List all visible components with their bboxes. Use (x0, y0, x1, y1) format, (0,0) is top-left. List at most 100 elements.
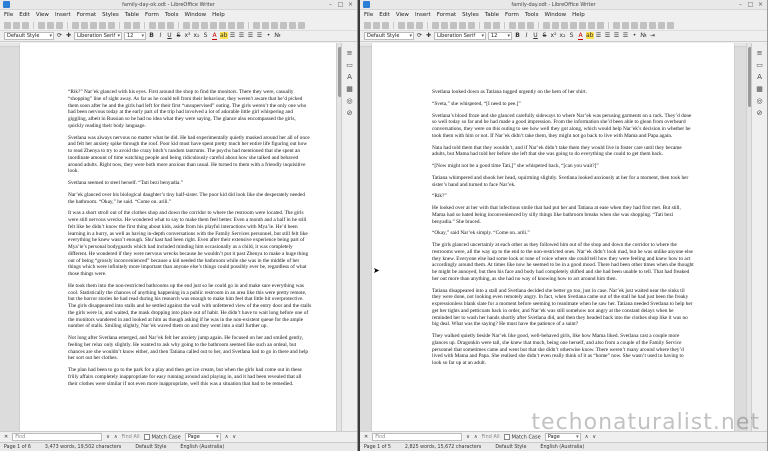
page-icon[interactable]: ▭ (346, 61, 354, 69)
track-changes-icon[interactable] (280, 21, 287, 29)
match-case-checkbox[interactable]: Match Case (503, 433, 541, 440)
menu-file[interactable]: File (364, 12, 373, 18)
align-center-icon[interactable]: ☰ (604, 32, 611, 40)
menu-insert[interactable]: Insert (415, 12, 431, 18)
font-size-select[interactable]: 12 (488, 32, 512, 40)
menu-window[interactable]: Window (184, 12, 206, 18)
font-name-select[interactable]: Liberation Serif (434, 32, 486, 40)
goto-next-icon[interactable]: ∨ (592, 434, 596, 440)
highlight-icon[interactable]: ab (220, 32, 228, 40)
subscript-icon[interactable]: x₂ (193, 32, 200, 40)
menu-edit[interactable]: Edit (19, 12, 30, 18)
goto-prev-icon[interactable]: ∧ (225, 434, 229, 440)
find-next-icon[interactable]: ∧ (114, 434, 118, 440)
update-style-icon[interactable]: ⟳ (56, 32, 63, 40)
bold-icon[interactable]: B (148, 32, 155, 40)
manage-changes-icon[interactable]: ⊘ (346, 109, 354, 117)
menu-view[interactable]: View (396, 12, 409, 18)
print-icon[interactable] (407, 21, 414, 29)
shadow-icon[interactable]: S (202, 32, 209, 40)
menu-insert[interactable]: Insert (55, 12, 71, 18)
match-case-checkbox[interactable]: Match Case (143, 433, 181, 440)
shapes-icon[interactable] (658, 21, 665, 29)
styles-icon[interactable]: A (756, 73, 764, 81)
find-replace-icon[interactable] (509, 21, 516, 29)
font-size-select[interactable]: 12 (124, 32, 146, 40)
minimize-icon[interactable]: – (737, 1, 744, 8)
undo-icon[interactable] (484, 21, 491, 29)
find-input[interactable]: Find (12, 433, 103, 441)
comment-icon[interactable] (271, 21, 278, 29)
insert-chart-icon[interactable] (561, 21, 568, 29)
close-icon[interactable]: × (757, 1, 764, 8)
strikethrough-icon[interactable]: S (175, 32, 182, 40)
navigator-icon[interactable]: ◎ (346, 97, 354, 105)
close-icon[interactable]: × (347, 1, 354, 8)
clone-formatting-icon[interactable] (99, 21, 106, 29)
document-page[interactable]: “Rik?” Nar’ek glanced with his eyes. Fir… (20, 43, 336, 431)
insert-chart-icon[interactable] (201, 21, 208, 29)
menu-form[interactable]: Form (505, 12, 519, 18)
redo-icon[interactable] (133, 21, 140, 29)
paste-icon[interactable] (450, 21, 457, 29)
cut-icon[interactable] (72, 21, 79, 29)
line-icon[interactable] (649, 21, 656, 29)
insert-image-icon[interactable] (552, 21, 559, 29)
export-pdf-icon[interactable] (38, 21, 45, 29)
find-all-button[interactable]: Find All (482, 434, 500, 440)
insert-table-icon[interactable] (543, 21, 550, 29)
hyperlink-icon[interactable] (253, 21, 260, 29)
maximize-icon[interactable]: □ (337, 1, 344, 8)
styles-icon[interactable]: A (346, 73, 354, 81)
search-type-select[interactable]: Page (184, 433, 221, 441)
underline-icon[interactable]: U (532, 32, 539, 40)
document-page[interactable]: Svetlana looked down as Tatiana tugged u… (372, 43, 734, 431)
italic-icon[interactable]: I (523, 32, 530, 40)
navigator-icon[interactable]: ◎ (756, 97, 764, 105)
formatting-marks-icon[interactable] (167, 21, 174, 29)
clear-formatting-icon[interactable] (468, 21, 475, 29)
find-previous-icon[interactable]: ∨ (466, 434, 470, 440)
special-character-icon[interactable] (597, 21, 604, 29)
insert-table-icon[interactable] (183, 21, 190, 29)
menu-view[interactable]: View (36, 12, 49, 18)
minimize-icon[interactable]: – (327, 1, 334, 8)
superscript-icon[interactable]: x² (184, 32, 191, 40)
superscript-icon[interactable]: x² (550, 32, 557, 40)
new-style-icon[interactable]: ✚ (425, 32, 432, 40)
print-icon[interactable] (47, 21, 54, 29)
menu-format[interactable]: Format (437, 12, 456, 18)
clear-formatting-icon[interactable] (108, 21, 115, 29)
subscript-icon[interactable]: x₂ (559, 32, 566, 40)
cut-icon[interactable] (432, 21, 439, 29)
footnote-icon[interactable] (622, 21, 629, 29)
page-icon[interactable]: ▭ (756, 61, 764, 69)
menu-help[interactable]: Help (572, 12, 585, 18)
document-area[interactable]: “Rik?” Nar’ek glanced with his eyes. Fir… (0, 43, 336, 431)
special-character-icon[interactable] (237, 21, 244, 29)
open-icon[interactable] (373, 21, 380, 29)
insert-field-icon[interactable] (588, 21, 595, 29)
menu-tools[interactable]: Tools (165, 12, 179, 18)
find-input[interactable]: Find (372, 433, 463, 441)
bold-icon[interactable]: B (514, 32, 521, 40)
comment-icon[interactable] (631, 21, 638, 29)
menu-file[interactable]: File (4, 12, 13, 18)
align-center-icon[interactable]: ☰ (238, 32, 245, 40)
open-icon[interactable] (13, 21, 20, 29)
bullets-icon[interactable]: • (631, 32, 638, 40)
italic-icon[interactable]: I (157, 32, 164, 40)
paragraph-style-select[interactable]: Default Style (364, 32, 414, 40)
properties-icon[interactable]: ≡ (756, 49, 764, 57)
menu-styles[interactable]: Styles (462, 12, 479, 18)
shadow-icon[interactable]: S (568, 32, 575, 40)
manage-changes-icon[interactable]: ⊘ (756, 109, 764, 117)
update-style-icon[interactable]: ⟳ (416, 32, 423, 40)
close-find-icon[interactable]: ✕ (364, 434, 368, 440)
page-break-icon[interactable] (579, 21, 586, 29)
find-previous-icon[interactable]: ∨ (106, 434, 110, 440)
gallery-icon[interactable]: ▦ (756, 85, 764, 93)
underline-icon[interactable]: U (166, 32, 173, 40)
highlight-icon[interactable]: ab (586, 32, 594, 40)
save-icon[interactable] (382, 21, 389, 29)
